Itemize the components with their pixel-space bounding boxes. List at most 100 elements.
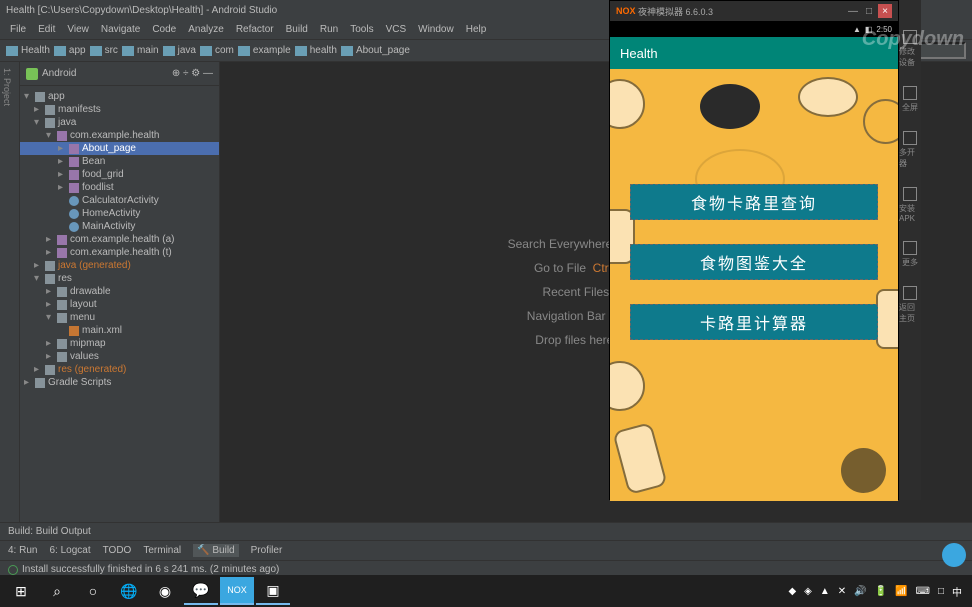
project-header[interactable]: Android ⊕ ÷ ⚙ — xyxy=(20,62,219,86)
menu-tools[interactable]: Tools xyxy=(344,22,379,37)
menu-navigate[interactable]: Navigate xyxy=(95,22,146,37)
window-title: Health [C:\Users\Copydown\Desktop\Health… xyxy=(6,5,277,16)
breadcrumb-item[interactable]: Health xyxy=(6,45,50,56)
assist-button[interactable] xyxy=(942,543,966,567)
rail-fullscreen[interactable]: 全屏 xyxy=(902,86,918,113)
cortana-icon[interactable]: ○ xyxy=(76,577,110,605)
menu-view[interactable]: View xyxy=(61,22,95,37)
tool-todo[interactable]: TODO xyxy=(103,545,132,556)
tree-foodgrid[interactable]: ▸food_grid xyxy=(20,168,219,181)
tree-layout[interactable]: ▸layout xyxy=(20,298,219,311)
folder-icon xyxy=(238,46,250,56)
tree-javagen[interactable]: ▸java (generated) xyxy=(20,259,219,272)
btn-food-calorie-search[interactable]: 食物卡路里查询 xyxy=(630,184,878,220)
tree-resgen[interactable]: ▸res (generated) xyxy=(20,363,219,376)
tree-values[interactable]: ▸values xyxy=(20,350,219,363)
battery-icon: ◧ xyxy=(865,25,873,34)
breadcrumb-item[interactable]: app xyxy=(54,45,86,56)
android-icon xyxy=(26,68,38,80)
menu-window[interactable]: Window xyxy=(412,22,460,37)
folder-icon xyxy=(295,46,307,56)
menu-edit[interactable]: Edit xyxy=(32,22,61,37)
tree-drawable[interactable]: ▸drawable xyxy=(20,285,219,298)
tree-calc[interactable]: CalculatorActivity xyxy=(20,194,219,207)
emulator-window: NOX 夜神模拟器 6.6.0.3 — □ × ▲ ◧ 2:50 Health … xyxy=(609,0,899,500)
breadcrumb-item[interactable]: com xyxy=(200,45,234,56)
breadcrumb-item[interactable]: health xyxy=(295,45,337,56)
tree-pkg3[interactable]: ▸com.example.health (t) xyxy=(20,246,219,259)
btn-food-gallery[interactable]: 食物图鉴大全 xyxy=(630,244,878,280)
wifi-icon: ▲ xyxy=(853,25,861,34)
menu-run[interactable]: Run xyxy=(314,22,344,37)
breadcrumb-item[interactable]: main xyxy=(122,45,159,56)
build-header[interactable]: Build: Build Output xyxy=(0,522,972,540)
emu-min-icon[interactable]: — xyxy=(846,4,860,18)
tree-bean[interactable]: ▸Bean xyxy=(20,155,219,168)
tree-menu[interactable]: ▾menu xyxy=(20,311,219,324)
menu-vcs[interactable]: VCS xyxy=(380,22,413,37)
folder-icon xyxy=(163,46,175,56)
rail-more[interactable]: 更多 xyxy=(902,241,918,268)
folder-icon xyxy=(54,46,66,56)
search-icon[interactable]: ⌕ xyxy=(40,577,74,605)
folder-icon xyxy=(6,46,18,56)
tree-foodlist[interactable]: ▸foodlist xyxy=(20,181,219,194)
edge-icon[interactable]: 🌐 xyxy=(112,577,146,605)
tree-mainxml[interactable]: main.xml xyxy=(20,324,219,337)
tree-main[interactable]: MainActivity xyxy=(20,220,219,233)
breadcrumb-item[interactable]: src xyxy=(90,45,118,56)
menu-build[interactable]: Build xyxy=(280,22,314,37)
emu-max-icon[interactable]: □ xyxy=(862,4,876,18)
nox-icon[interactable]: NOX xyxy=(220,577,254,605)
tool-logcat[interactable]: 6: Logcat xyxy=(49,545,90,556)
menu-analyze[interactable]: Analyze xyxy=(182,22,230,37)
menu-help[interactable]: Help xyxy=(460,22,493,37)
menu-file[interactable]: File xyxy=(4,22,32,37)
tool-terminal[interactable]: Terminal xyxy=(143,545,181,556)
breadcrumb-item[interactable]: About_page xyxy=(341,45,410,56)
cmd-icon[interactable]: ▣ xyxy=(256,577,290,605)
tool-build[interactable]: 🔨 Build xyxy=(193,544,238,557)
left-tool-rail: 1: Project xyxy=(0,62,20,522)
rail-multi[interactable]: 多开器 xyxy=(899,131,921,169)
tree-gradle[interactable]: ▸Gradle Scripts xyxy=(20,376,219,389)
emulator-side-rail: 修改设备 全屏 多开器 安装APK 更多 返回主页 xyxy=(899,0,921,500)
tool-run[interactable]: 4: Run xyxy=(8,545,37,556)
rail-apk[interactable]: 安装APK xyxy=(899,187,921,223)
app-toolbar: Health xyxy=(610,37,898,69)
tree-home[interactable]: HomeActivity xyxy=(20,207,219,220)
tree-about-page[interactable]: ▸About_page xyxy=(20,142,219,155)
emulator-title-bar[interactable]: NOX 夜神模拟器 6.6.0.3 — □ × xyxy=(610,1,898,21)
wechat-icon[interactable]: 💬 xyxy=(184,577,218,605)
tree-pkg2[interactable]: ▸com.example.health (a) xyxy=(20,233,219,246)
tree-manifests[interactable]: ▸manifests xyxy=(20,103,219,116)
folder-icon xyxy=(200,46,212,56)
app-body: 食物卡路里查询 食物图鉴大全 卡路里计算器 xyxy=(610,69,898,501)
system-tray[interactable]: ◆◈▲✕🔊🔋📶⌨□ 中 xyxy=(788,584,968,599)
folder-icon xyxy=(90,46,102,56)
start-button[interactable]: ⊞ xyxy=(4,577,38,605)
menu-refactor[interactable]: Refactor xyxy=(230,22,280,37)
emulator-statusbar: ▲ ◧ 2:50 xyxy=(610,21,898,37)
btn-calorie-calculator[interactable]: 卡路里计算器 xyxy=(630,304,878,340)
menu-code[interactable]: Code xyxy=(146,22,182,37)
tree-res[interactable]: ▾res xyxy=(20,272,219,285)
rail-home[interactable]: 返回主页 xyxy=(899,286,921,324)
emu-close-icon[interactable]: × xyxy=(878,4,892,18)
rail-project[interactable]: 1: Project xyxy=(0,62,14,112)
ime-indicator[interactable]: 中 xyxy=(952,584,962,599)
folder-icon xyxy=(122,46,134,56)
windows-taskbar: ⊞ ⌕ ○ 🌐 ◉ 💬 NOX ▣ ◆◈▲✕🔊🔋📶⌨□ 中 xyxy=(0,575,972,607)
status-message: Install successfully finished in 6 s 241… xyxy=(22,564,279,575)
rail-settings[interactable]: 修改设备 xyxy=(899,30,921,68)
tree-mipmap[interactable]: ▸mipmap xyxy=(20,337,219,350)
breadcrumb-item[interactable]: java xyxy=(163,45,196,56)
chrome-icon[interactable]: ◉ xyxy=(148,577,182,605)
tool-profiler[interactable]: Profiler xyxy=(251,545,283,556)
tree-java[interactable]: ▾java xyxy=(20,116,219,129)
tree-app[interactable]: ▾app xyxy=(20,90,219,103)
bottom-tool-bar: 4: Run 6: Logcat TODO Terminal 🔨 Build P… xyxy=(0,540,972,560)
breadcrumb-item[interactable]: example xyxy=(238,45,291,56)
folder-icon xyxy=(341,46,353,56)
tree-pkg[interactable]: ▾com.example.health xyxy=(20,129,219,142)
